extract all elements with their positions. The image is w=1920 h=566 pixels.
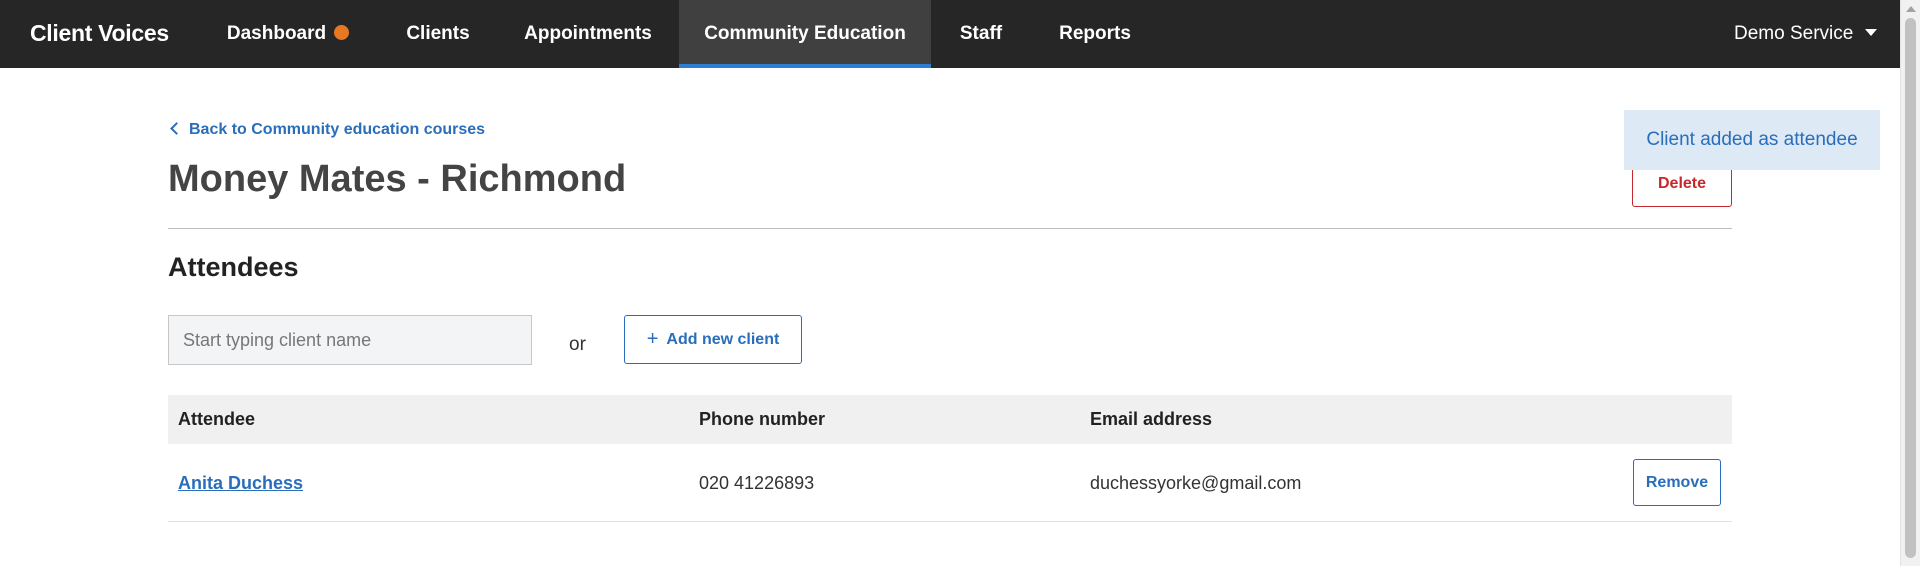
attendee-email: duchessyorke@gmail.com bbox=[1090, 473, 1302, 493]
divider bbox=[168, 228, 1732, 229]
account-label: Demo Service bbox=[1734, 23, 1854, 44]
attendee-phone: 020 41226893 bbox=[699, 473, 815, 493]
column-header-phone: Phone number bbox=[699, 409, 826, 429]
vertical-scrollbar[interactable] bbox=[1900, 0, 1920, 566]
nav-item-staff[interactable]: Staff bbox=[941, 0, 1021, 68]
column-header-email: Email address bbox=[1090, 409, 1213, 429]
nav-item-label: Reports bbox=[1059, 23, 1131, 44]
column-header-attendee: Attendee bbox=[178, 409, 256, 429]
nav-item-label: Appointments bbox=[524, 23, 652, 44]
plus-icon: + bbox=[646, 328, 659, 350]
remove-attendee-button[interactable]: Remove bbox=[1633, 459, 1721, 506]
chevron-left-icon bbox=[170, 122, 183, 135]
add-new-client-button[interactable]: + Add new client bbox=[624, 315, 802, 364]
nav-item-reports[interactable]: Reports bbox=[1050, 0, 1140, 68]
toast-notification: Client added as attendee bbox=[1624, 110, 1880, 170]
table-header: Attendee Phone number Email address bbox=[168, 395, 1732, 444]
notification-badge bbox=[334, 25, 350, 40]
nav-item-community-education[interactable]: Community Education bbox=[679, 0, 931, 68]
attendees-table: Attendee Phone number Email address Anit… bbox=[168, 395, 1732, 522]
scroll-up-arrow-icon[interactable] bbox=[1906, 6, 1916, 12]
nav-item-label: Clients bbox=[406, 23, 470, 44]
nav-item-label: Community Education bbox=[704, 23, 906, 44]
or-separator: or bbox=[569, 334, 586, 355]
attendees-heading: Attendees bbox=[168, 252, 299, 282]
brand-logo[interactable]: Client Voices bbox=[30, 0, 169, 68]
nav-item-label: Staff bbox=[959, 23, 1003, 44]
attendee-name-link[interactable]: Anita Duchess bbox=[178, 473, 303, 493]
nav-item-appointments[interactable]: Appointments bbox=[512, 0, 664, 68]
nav-item-clients[interactable]: Clients bbox=[393, 0, 483, 68]
nav-item-dashboard[interactable]: Dashboard bbox=[213, 0, 363, 68]
nav-item-label: Dashboard bbox=[226, 23, 327, 44]
back-link[interactable]: Back to Community education courses bbox=[170, 121, 486, 139]
page-title: Money Mates - Richmond bbox=[168, 158, 627, 200]
table-row: Anita Duchess 020 41226893 duchessyorke@… bbox=[168, 444, 1732, 522]
scrollbar-thumb[interactable] bbox=[1905, 18, 1916, 558]
account-dropdown[interactable]: Demo Service bbox=[1734, 0, 1878, 68]
back-link-label: Back to Community education courses bbox=[189, 121, 486, 138]
top-navbar: Client Voices Dashboard Clients Appointm… bbox=[0, 0, 1900, 68]
add-new-client-label: Add new client bbox=[666, 331, 780, 348]
client-search-input[interactable] bbox=[168, 315, 532, 365]
caret-down-icon bbox=[1865, 29, 1878, 36]
